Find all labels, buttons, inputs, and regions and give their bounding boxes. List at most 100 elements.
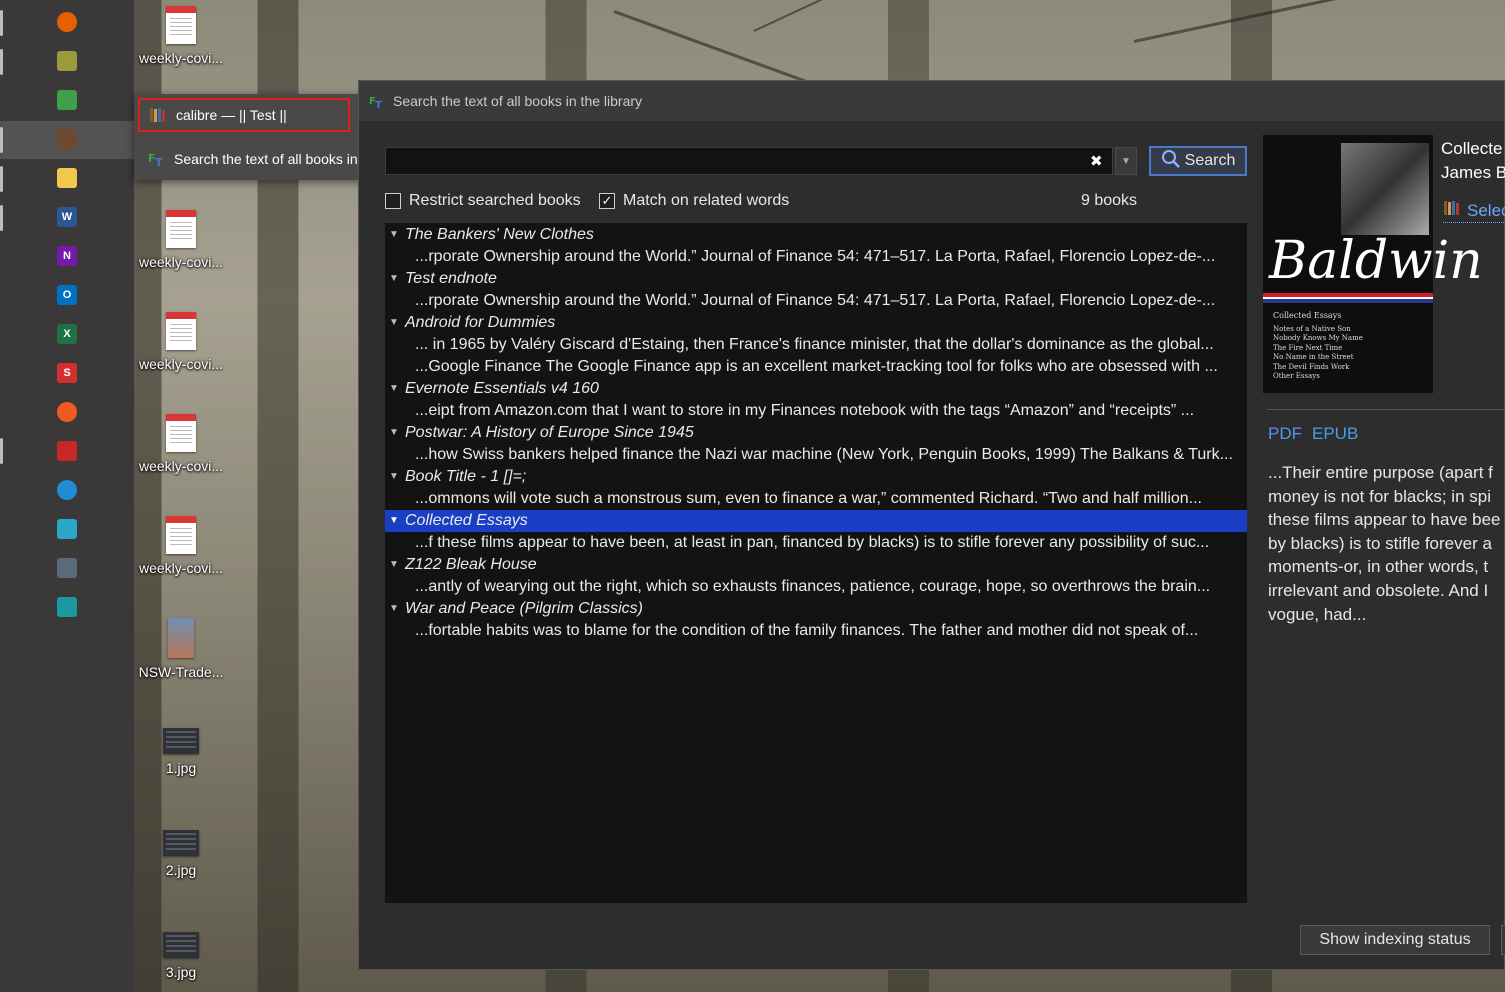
app-search-icon[interactable] (57, 597, 77, 617)
search-input[interactable]: ✖ (385, 147, 1113, 175)
excel-icon[interactable]: X (57, 324, 77, 344)
book-formats: PDF EPUB (1268, 424, 1358, 444)
result-book-title[interactable]: ▼ Postwar: A History of Europe Since 1945 (385, 422, 1247, 444)
desktop-icon[interactable]: NSW-Trade... (133, 618, 229, 680)
result-snippet[interactable]: ...eipt from Amazon.com that I want to s… (385, 400, 1247, 422)
result-book-title-text: The Bankers' New Clothes (405, 226, 594, 243)
onenote-icon[interactable]: N (57, 246, 77, 266)
taskbar-running-indicator (0, 438, 3, 464)
select-book-link[interactable]: Selec (1443, 199, 1505, 223)
expand-triangle-icon[interactable]: ▼ (389, 554, 399, 576)
match-related-words-label: Match on related words (623, 192, 790, 209)
format-link-pdf[interactable]: PDF (1268, 424, 1302, 444)
result-book-title[interactable]: ▼ Z122 Bleak House (385, 554, 1247, 576)
restrict-searched-books-label: Restrict searched books (409, 192, 581, 209)
calibre-icon (1443, 199, 1461, 222)
result-book-title[interactable]: ▼ Book Title - 1 []=; (385, 466, 1247, 488)
window-titlebar: FT Search the text of all books in the l… (359, 81, 1504, 121)
result-book-title[interactable]: ▼ War and Peace (Pilgrim Classics) (385, 598, 1247, 620)
result-snippet[interactable]: ...how Swiss bankers helped finance the … (385, 444, 1247, 466)
result-book-title-text: Collected Essays (405, 512, 528, 529)
chevron-down-icon: ▼ (1121, 155, 1131, 167)
expand-triangle-icon[interactable]: ▼ (389, 378, 399, 400)
image-file-icon (163, 932, 199, 958)
expand-triangle-icon[interactable]: ▼ (389, 598, 399, 620)
result-book-title[interactable]: ▼ Collected Essays (385, 510, 1247, 532)
desktop-icon[interactable]: 1.jpg (133, 720, 229, 776)
match-related-words-checkbox[interactable]: ✓ Match on related words (599, 192, 789, 210)
app-s-icon[interactable]: S (57, 363, 77, 383)
result-snippet[interactable]: ...fortable habits was to blame for the … (385, 620, 1247, 642)
desktop-icon[interactable]: weekly-covi... (133, 210, 229, 270)
firefox-icon[interactable] (57, 12, 77, 32)
selected-book-title: Collecte James B (1441, 137, 1505, 185)
search-button[interactable]: Search (1149, 146, 1247, 176)
calibre-icon[interactable] (57, 129, 77, 149)
result-snippet[interactable]: ...rporate Ownership around the World.” … (385, 246, 1247, 268)
outlook-icon[interactable]: O (57, 285, 77, 305)
result-excerpt: ...Their entire purpose (apart f money is… (1268, 461, 1505, 626)
book-title-line: Collecte (1441, 139, 1503, 158)
expand-triangle-icon[interactable]: ▼ (389, 224, 399, 246)
magnifier-icon (1161, 149, 1181, 174)
jumplist-item-calibre-library[interactable]: calibre — || Test || (138, 98, 350, 132)
result-book-title[interactable]: ▼ Evernote Essentials v4 160 (385, 378, 1247, 400)
result-book-title[interactable]: ▼ Android for Dummies (385, 312, 1247, 334)
search-button-label: Search (1184, 152, 1236, 169)
document-file-icon (166, 516, 196, 554)
search-results-tree[interactable]: ▼ The Bankers' New Clothes ...rporate Owne… (385, 223, 1247, 903)
edge-icon[interactable] (57, 480, 77, 500)
result-book-title[interactable]: ▼ The Bankers' New Clothes (385, 224, 1247, 246)
result-book-title[interactable]: ▼ Test endnote (385, 268, 1247, 290)
cover-contents-item: No Name in the Street (1273, 353, 1354, 361)
desktop-icon[interactable]: weekly-covi... (133, 6, 229, 66)
clear-search-icon[interactable]: ✖ (1090, 152, 1103, 170)
result-book-title-text: Test endnote (405, 270, 497, 287)
detail-divider (1267, 409, 1505, 410)
show-indexing-status-button[interactable]: Show indexing status (1300, 925, 1490, 955)
cover-stripe (1263, 293, 1433, 303)
word-icon[interactable]: W (57, 207, 77, 227)
result-snippet[interactable]: ...antly of wearying out the right, whic… (385, 576, 1247, 598)
desktop-icon-label: weekly-covi... (138, 560, 224, 576)
excerpt-line: ...Their entire purpose (apart f (1268, 463, 1493, 482)
expand-triangle-icon[interactable]: ▼ (389, 312, 399, 334)
expand-triangle-icon[interactable]: ▼ (389, 510, 399, 532)
taskbar: WNOXS (0, 0, 134, 992)
result-snippet[interactable]: ... in 1965 by Valéry Giscard d'Estaing,… (385, 334, 1247, 356)
book-file-icon (168, 618, 194, 658)
close-button-partial[interactable] (1501, 925, 1505, 955)
result-snippet[interactable]: ...f these films appear to have been, at… (385, 532, 1247, 554)
result-book-title-text: Book Title - 1 []=; (405, 468, 527, 485)
result-book-count: 9 books (1081, 192, 1138, 209)
file-explorer-icon[interactable] (57, 168, 77, 188)
desktop-icon[interactable]: weekly-covi... (133, 414, 229, 474)
desktop-icon-label: weekly-covi... (138, 356, 224, 372)
taskbar-running-indicator (0, 10, 3, 36)
expand-triangle-icon[interactable]: ▼ (389, 268, 399, 290)
desktop-icon[interactable]: weekly-covi... (133, 516, 229, 576)
result-snippet[interactable]: ...rporate Ownership around the World.” … (385, 290, 1247, 312)
app-window-icon[interactable] (57, 519, 77, 539)
format-link-epub[interactable]: EPUB (1312, 424, 1358, 444)
calculator-icon[interactable] (57, 558, 77, 578)
money-app-icon[interactable] (57, 51, 77, 71)
expand-triangle-icon[interactable]: ▼ (389, 466, 399, 488)
search-history-dropdown[interactable]: ▼ (1115, 147, 1137, 175)
excerpt-line: vogue, had... (1268, 604, 1367, 624)
app-refresh-icon[interactable] (57, 402, 77, 422)
result-snippet[interactable]: ...Google Finance The Google Finance app… (385, 356, 1247, 378)
excerpt-line: these films appear to have bee (1268, 510, 1501, 530)
image-file-icon (163, 728, 199, 754)
desktop-icon[interactable]: 2.jpg (133, 822, 229, 878)
app-puzzle-icon[interactable] (57, 441, 77, 461)
checkbox-box (385, 193, 401, 209)
desktop-icon[interactable]: weekly-covi... (133, 312, 229, 372)
svg-text:T: T (155, 156, 163, 168)
desktop-icon[interactable]: 3.jpg (133, 924, 229, 980)
restrict-searched-books-checkbox[interactable]: Restrict searched books (385, 192, 581, 210)
chart-app-icon[interactable] (57, 90, 77, 110)
expand-triangle-icon[interactable]: ▼ (389, 422, 399, 444)
cover-contents-item: Notes of a Native Son (1273, 324, 1351, 333)
result-snippet[interactable]: ...ommons will vote such a monstrous sum… (385, 488, 1247, 510)
